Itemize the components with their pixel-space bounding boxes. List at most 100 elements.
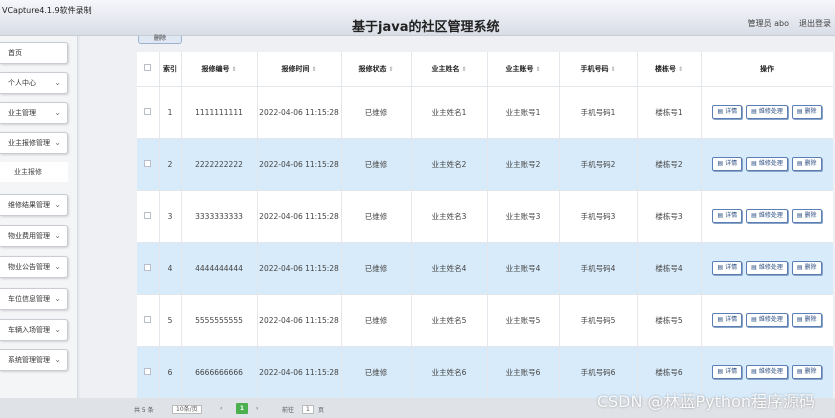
cell-code: 1111111111 <box>181 86 258 139</box>
col-header[interactable]: 报修时间 ⇕ <box>257 52 342 87</box>
delete-button[interactable]: ▤ 删除 <box>791 157 822 171</box>
repair-button[interactable]: ▤ 维修处理 <box>746 365 788 379</box>
delete-button[interactable]: ▤ 删除 <box>791 313 822 327</box>
sidebar-item-home[interactable]: 首页 <box>0 42 68 64</box>
sidebar-item-parking[interactable]: 车位信息管理 ⌄ <box>0 288 68 310</box>
sidebar-item-results[interactable]: 维修结果管理 ⌄ <box>0 194 68 216</box>
table-header: 索引 报修编号 ⇕ 报修时间 ⇕ 报修状态 ⇕ 业主姓名 ⇕ 业主账号 ⇕ 手机号码 ⇕ 楼… <box>137 52 833 87</box>
sidebar-item-system[interactable]: 系统管理管理 ⌄ <box>0 349 68 371</box>
next-page-icon[interactable]: › <box>256 405 258 412</box>
top-header: VCapture4.1.9软件录制 基于java的社区管理系统 管理员 abo … <box>0 0 835 36</box>
sort-icon[interactable]: ⇕ <box>678 66 683 73</box>
cell-time: 2022-04-06 11:15:28 <box>257 190 342 243</box>
sidebar-item-repairs[interactable]: 业主报修管理 ⌄ <box>0 132 68 154</box>
sidebar-item-profile[interactable]: 个人中心 ⌄ <box>0 72 68 94</box>
row-checkbox[interactable] <box>144 367 152 375</box>
row-checkbox[interactable] <box>144 107 152 115</box>
repair-button[interactable]: ▤ 维修处理 <box>746 313 788 327</box>
row-select-cell[interactable] <box>137 294 160 347</box>
detail-button[interactable]: ▤ 详情 <box>712 313 743 327</box>
repair-button[interactable]: ▤ 维修处理 <box>746 105 788 119</box>
goto-label: 前往 <box>282 407 295 414</box>
col-label: 索引 <box>163 64 177 73</box>
col-header[interactable]: 业主姓名 ⇕ <box>411 52 488 87</box>
current-user: 管理员 abo <box>747 19 789 28</box>
repair-label: 维修处理 <box>758 316 783 323</box>
logout-link[interactable]: 退出登录 <box>799 18 831 29</box>
table-row: 2 2222222222 2022-04-06 11:15:28 已维修 业主姓名2 业主… <box>137 138 833 191</box>
chevron-down-icon: ⌄ <box>54 200 61 209</box>
row-select-cell[interactable] <box>137 86 160 139</box>
chevron-down-icon: ⌄ <box>54 138 61 147</box>
bulk-delete-button[interactable]: 删除 <box>138 36 182 44</box>
delete-label: 删除 <box>804 264 817 271</box>
cell-account: 业主账号3 <box>487 190 560 243</box>
page-number-current[interactable]: 1 <box>236 403 248 414</box>
delete-button[interactable]: ▤ 删除 <box>791 209 822 223</box>
edit-icon: ▤ <box>751 108 757 115</box>
row-select-cell[interactable] <box>137 138 160 191</box>
cell-phone: 手机号码5 <box>559 294 638 347</box>
delete-button[interactable]: ▤ 删除 <box>791 365 822 379</box>
cell-status: 已维修 <box>341 138 412 191</box>
select-all-cell[interactable] <box>137 52 160 87</box>
repair-button[interactable]: ▤ 维修处理 <box>746 209 788 223</box>
sort-icon[interactable]: ⇕ <box>388 66 393 73</box>
row-select-cell[interactable] <box>137 242 160 295</box>
sidebar: 首页 个人中心 ⌄ 业主管理 ⌄ 业主报修管理 ⌄ 业主报修 维修结果管理 ⌄ 物业费用… <box>0 36 78 398</box>
delete-label: 删除 <box>804 316 817 323</box>
col-header[interactable]: 楼栋号 ⇕ <box>637 52 702 87</box>
select-all-checkbox[interactable] <box>144 64 152 72</box>
detail-label: 详情 <box>725 160 738 167</box>
col-header[interactable]: 手机号码 ⇕ <box>559 52 638 87</box>
row-checkbox[interactable] <box>144 211 152 219</box>
detail-button[interactable]: ▤ 详情 <box>712 105 743 119</box>
detail-button[interactable]: ▤ 详情 <box>712 157 743 171</box>
page-size-select[interactable]: 10条/页 <box>172 405 202 414</box>
cell-time: 2022-04-06 11:15:28 <box>257 242 342 295</box>
detail-button[interactable]: ▤ 详情 <box>712 365 743 379</box>
prev-page-icon[interactable]: ‹ <box>220 405 222 412</box>
col-header[interactable]: 报修编号 ⇕ <box>181 52 258 87</box>
repair-button[interactable]: ▤ 维修处理 <box>746 157 788 171</box>
delete-label: 删除 <box>804 212 817 219</box>
sort-icon[interactable]: ⇕ <box>231 66 236 73</box>
sort-icon[interactable]: ⇕ <box>311 66 316 73</box>
sidebar-item-vehicles[interactable]: 车辆入场管理 ⌄ <box>0 319 68 341</box>
sort-icon[interactable]: ⇕ <box>610 66 615 73</box>
sidebar-item-fees[interactable]: 物业费用管理 ⌄ <box>0 225 68 247</box>
row-checkbox[interactable] <box>144 263 152 271</box>
sidebar-item-owners[interactable]: 业主管理 ⌄ <box>0 102 68 124</box>
detail-button[interactable]: ▤ 详情 <box>712 209 743 223</box>
col-header[interactable]: 报修状态 ⇕ <box>341 52 412 87</box>
sidebar-item-notices[interactable]: 物业公告管理 ⌄ <box>0 256 68 278</box>
cell-name: 业主姓名3 <box>411 190 488 243</box>
row-select-cell[interactable] <box>137 346 160 399</box>
cell-phone: 手机号码4 <box>559 242 638 295</box>
detail-button[interactable]: ▤ 详情 <box>712 261 743 275</box>
sort-icon[interactable]: ⇕ <box>461 66 466 73</box>
sidebar-item-label: 业主报修管理 <box>8 139 50 147</box>
cell-code: 2222222222 <box>181 138 258 191</box>
row-select-cell[interactable] <box>137 190 160 243</box>
detail-icon: ▤ <box>717 212 724 219</box>
detail-label: 详情 <box>725 108 738 115</box>
delete-button[interactable]: ▤ 删除 <box>791 105 822 119</box>
cell-index: 4 <box>159 242 182 295</box>
chevron-down-icon: ⌄ <box>54 325 61 334</box>
sidebar-subitem-repair[interactable]: 业主报修 <box>0 162 68 182</box>
col-header[interactable]: 业主账号 ⇕ <box>487 52 560 87</box>
detail-label: 详情 <box>725 212 738 219</box>
table-row: 5 5555555555 2022-04-06 11:15:28 已维修 业主姓名5 业主… <box>137 294 833 347</box>
repair-label: 维修处理 <box>758 108 783 115</box>
repair-button[interactable]: ▤ 维修处理 <box>746 261 788 275</box>
row-checkbox[interactable] <box>144 315 152 323</box>
sort-icon[interactable]: ⇕ <box>535 66 540 73</box>
delete-button[interactable]: ▤ 删除 <box>791 261 822 275</box>
cell-time: 2022-04-06 11:15:28 <box>257 346 342 399</box>
goto-page-input[interactable]: 1 <box>302 405 314 414</box>
edit-icon: ▤ <box>751 160 757 167</box>
row-checkbox[interactable] <box>144 159 152 167</box>
table-row: 1 1111111111 2022-04-06 11:15:28 已维修 业主姓名1 业主… <box>137 86 833 139</box>
cell-name: 业主姓名4 <box>411 242 488 295</box>
